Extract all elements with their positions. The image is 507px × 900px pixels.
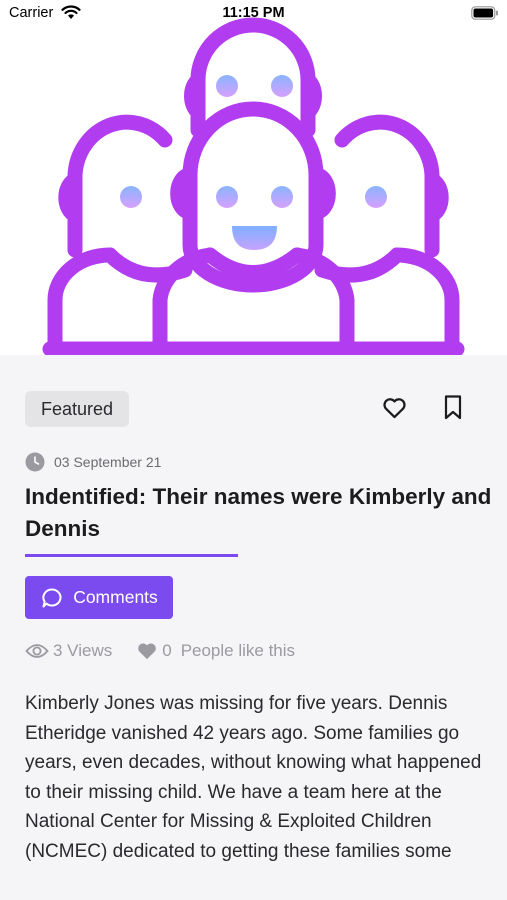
title-underline	[25, 554, 238, 557]
status-bar: Carrier 11:15 PM	[0, 0, 507, 30]
article-title: Indentified: Their names were Kimberly a…	[25, 484, 492, 541]
publish-date: 03 September 21	[25, 452, 161, 472]
bookmark-icon	[444, 395, 462, 420]
views-count: 3 Views	[53, 641, 113, 660]
eye-icon	[25, 644, 49, 658]
heart-icon	[383, 398, 406, 419]
likes-count: 0	[162, 641, 172, 660]
likes-label: People like this	[180, 641, 296, 660]
heart-filled-icon	[138, 643, 157, 660]
featured-tag[interactable]: Featured	[25, 391, 129, 427]
comments-button-label: Comments	[73, 587, 158, 607]
article-body: Kimberly Jones was missing for five year…	[25, 693, 482, 862]
hero-image: Carrier 11:15 PM	[0, 0, 507, 355]
comment-bubble-icon	[42, 587, 62, 607]
group-of-people-illustration	[42, 17, 465, 355]
like-button[interactable]	[381, 394, 408, 426]
likes-stat: 0 People like this	[136, 641, 295, 661]
bookmark-button[interactable]	[441, 394, 465, 426]
battery-icon	[471, 6, 498, 20]
views-stat: 3 Views	[25, 641, 112, 661]
status-time: 11:15 PM	[222, 5, 285, 21]
comments-button[interactable]: Comments	[25, 576, 173, 619]
article-stats: 3 Views 0 People like this	[25, 641, 295, 661]
clock-icon	[25, 452, 45, 472]
date-text: 03 September 21	[54, 454, 162, 470]
